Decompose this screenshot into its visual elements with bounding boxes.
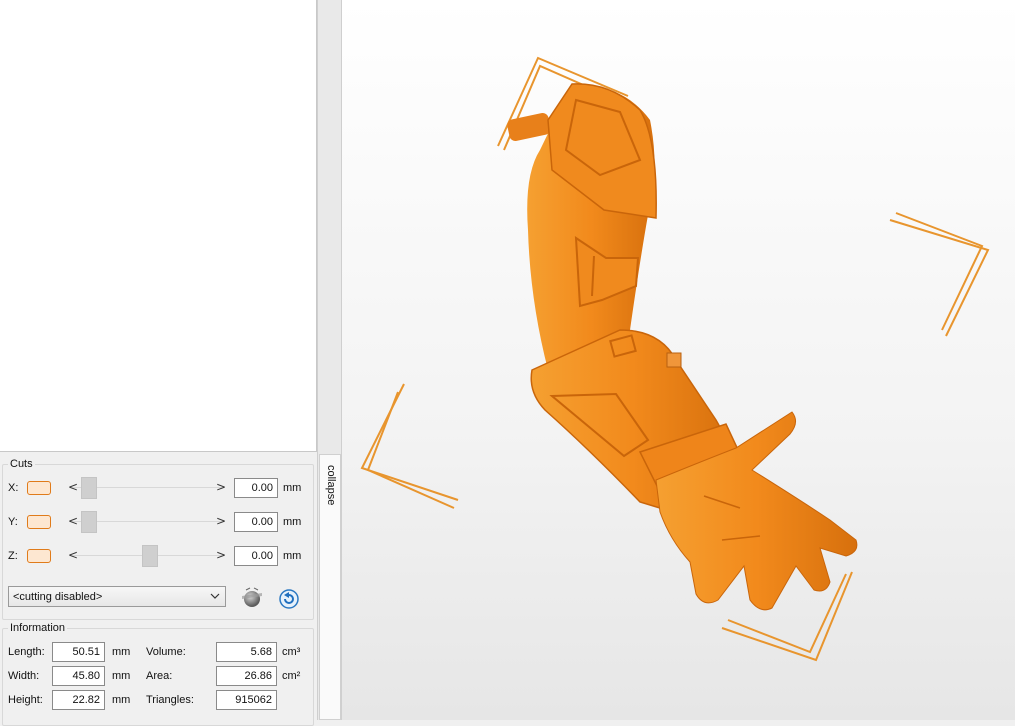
slider-left-arrow-icon[interactable]: < <box>68 548 78 562</box>
object-list-area[interactable] <box>0 0 317 452</box>
collapse-label: collapse <box>325 465 337 506</box>
triangles-label: Triangles: <box>146 694 194 706</box>
axis-y-slider-thumb[interactable] <box>81 511 97 533</box>
axis-z-slider-thumb[interactable] <box>142 545 158 567</box>
height-label: Height: <box>8 694 43 706</box>
axis-x-unit: mm <box>283 482 302 494</box>
area-unit: cm² <box>282 670 301 682</box>
axis-y-unit: mm <box>283 516 302 528</box>
width-value: 45.80 <box>52 666 105 686</box>
information-title: Information <box>8 622 68 634</box>
volume-unit: cm³ <box>282 646 301 658</box>
axis-x-label: X: <box>8 482 19 494</box>
model-scene[interactable] <box>342 0 1015 720</box>
height-value: 22.82 <box>52 690 105 710</box>
area-value: 26.86 <box>216 666 277 686</box>
chevron-down-icon <box>210 593 220 599</box>
length-label: Length: <box>8 646 45 658</box>
cut-mode-select[interactable]: <cutting disabled> <box>8 586 226 607</box>
axis-y-color-swatch[interactable] <box>27 515 51 529</box>
slider-left-arrow-icon[interactable]: < <box>68 514 78 528</box>
axis-z-slider[interactable]: < > <box>64 545 230 567</box>
reset-rotate-icon[interactable] <box>277 587 301 611</box>
cut-plane-icon[interactable] <box>240 586 264 610</box>
width-unit: mm <box>112 670 131 682</box>
axis-y-input[interactable]: 0.00 <box>234 512 278 532</box>
axis-x-slider[interactable]: < > <box>64 477 230 499</box>
axis-z-input[interactable]: 0.00 <box>234 546 278 566</box>
slider-right-arrow-icon[interactable]: > <box>216 480 226 494</box>
width-label: Width: <box>8 670 40 682</box>
height-unit: mm <box>112 694 131 706</box>
axis-z-color-swatch[interactable] <box>27 549 51 563</box>
cuts-title: Cuts <box>8 458 35 470</box>
volume-label: Volume: <box>146 646 186 658</box>
arm-model[interactable] <box>506 83 858 611</box>
axis-x-input[interactable]: 0.00 <box>234 478 278 498</box>
axis-z-label: Z: <box>8 550 18 562</box>
gizmo-handle[interactable] <box>666 352 682 368</box>
collapse-button[interactable]: collapse <box>319 454 341 720</box>
collapse-strip: collapse <box>317 0 342 720</box>
axis-y-label: Y: <box>8 516 18 528</box>
axis-x-color-swatch[interactable] <box>27 481 51 495</box>
axis-z-unit: mm <box>283 550 302 562</box>
slider-left-arrow-icon[interactable]: < <box>68 480 78 494</box>
triangles-value: 915062 <box>216 690 277 710</box>
cut-mode-selected: <cutting disabled> <box>13 591 103 603</box>
area-label: Area: <box>146 670 173 682</box>
axis-y-slider[interactable]: < > <box>64 511 230 533</box>
slider-right-arrow-icon[interactable]: > <box>216 514 226 528</box>
length-unit: mm <box>112 646 131 658</box>
3d-viewport[interactable] <box>342 0 1015 720</box>
axis-x-slider-thumb[interactable] <box>81 477 97 499</box>
length-value: 50.51 <box>52 642 105 662</box>
left-panel: Cuts X: < > 0.00 mm Y: < > 0.00 mm Z: < … <box>0 0 317 726</box>
slider-right-arrow-icon[interactable]: > <box>216 548 226 562</box>
volume-value: 5.68 <box>216 642 277 662</box>
